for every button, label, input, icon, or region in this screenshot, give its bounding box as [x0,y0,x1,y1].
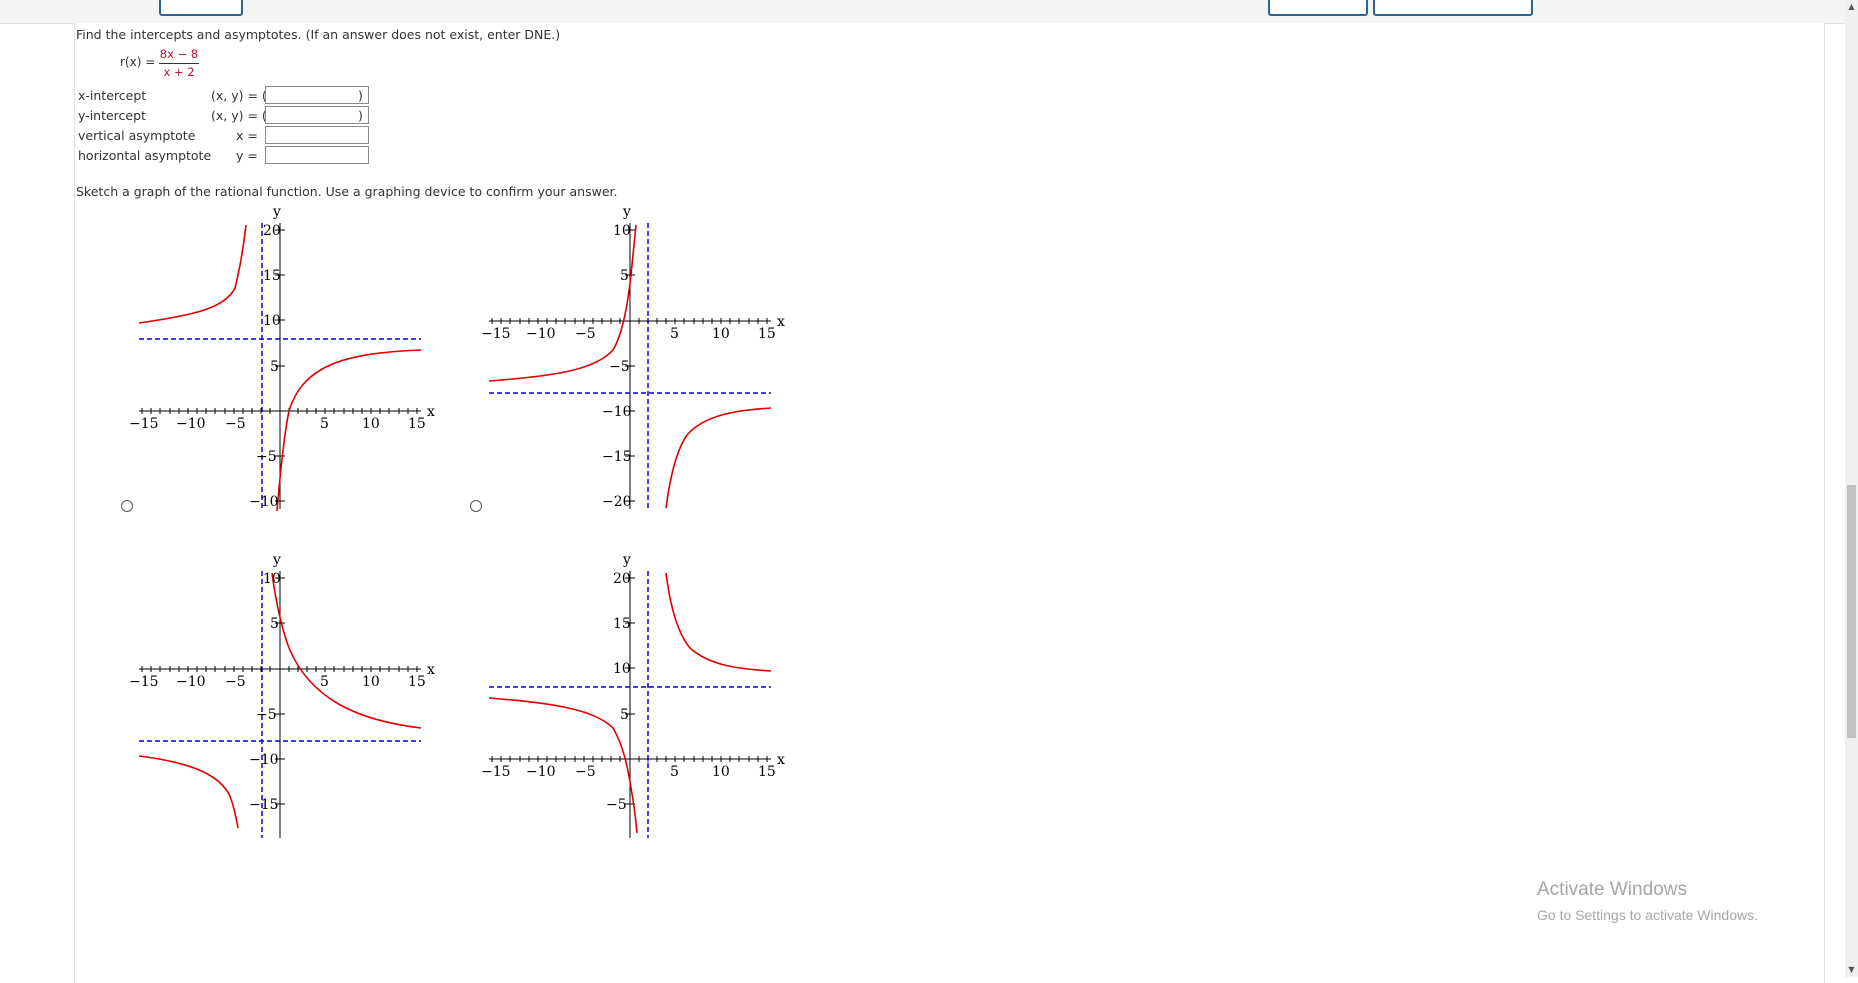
activate-windows-subtitle: Go to Settings to activate Windows. [1537,907,1758,923]
horizontal-asymptote-input[interactable] [265,146,369,164]
question-prompt: Find the intercepts and asymptotes. (If … [76,27,561,42]
x-tick-label: 5 [670,764,679,780]
x-tick-label: −5 [225,416,246,432]
x-tick-label: 5 [670,326,679,342]
x-tick-label: −10 [176,674,206,690]
y-axis-label: y [272,204,281,220]
x-tick-label: 10 [362,416,380,432]
vertical-asymptote-prefix: x = [236,128,258,143]
y-tick-label: −10 [249,752,279,768]
y-tick-label: 5 [620,268,629,284]
curve-right-branch [665,572,772,672]
scroll-up-icon[interactable]: ▲ [1845,0,1858,14]
y-tick-label: 15 [613,616,631,632]
scrollbar-thumb[interactable] [1847,485,1856,738]
x-tick-label: −15 [481,764,511,780]
x-intercept-prefix: (x, y) = ( [211,88,267,103]
horizontal-asymptote-label: horizontal asymptote [78,148,212,163]
y-axis-label: y [622,552,631,568]
x-tick-label: 15 [758,764,776,780]
x-tick-label: −10 [526,764,556,780]
scroll-down-icon[interactable]: ▼ [1845,963,1858,977]
y-tick-label: −5 [256,449,277,465]
x-tick-label: 15 [408,674,426,690]
top-toolbar [0,0,1845,24]
x-tick-label: −5 [575,764,596,780]
horizontal-asymptote-prefix: y = [236,148,258,163]
x-axis-label: x [777,314,785,330]
y-tick-label: −5 [606,797,627,813]
y-intercept-suffix: ) [358,108,363,123]
function-name: r(x) = [120,55,156,69]
sketch-prompt: Sketch a graph of the rational function.… [76,184,618,199]
curve-left-branch [488,224,637,382]
x-tick-label: 10 [712,764,730,780]
y-axis-label: y [622,204,631,220]
vertical-scrollbar[interactable]: ▲ ▼ [1845,0,1858,977]
curve-left-branch [138,755,239,829]
x-tick-label: 15 [408,416,426,432]
function-denominator: x + 2 [163,65,195,79]
graph-option-2[interactable]: y x −15 −10 −5 5 10 15 10 5 −5 −10 −15 −… [475,200,805,520]
my-notes-button[interactable] [1268,0,1368,16]
x-tick-label: 10 [712,326,730,342]
x-tick-label: −15 [129,674,159,690]
y-intercept-input[interactable] [265,106,369,124]
fraction-bar [159,63,199,64]
y-tick-label: −5 [256,707,277,723]
y-tick-label: 20 [263,223,281,239]
x-tick-label: −10 [176,416,206,432]
y-tick-label: 15 [263,268,281,284]
vertical-asymptote-input[interactable] [265,126,369,144]
x-intercept-input[interactable] [265,86,369,104]
x-axis-label: x [777,752,785,768]
y-tick-label: 10 [613,661,631,677]
x-axis-label: x [427,662,435,678]
curve-left-branch [138,224,247,324]
y-tick-label: −10 [602,404,632,420]
x-tick-label: 10 [362,674,380,690]
y-axis-label: y [272,552,281,568]
y-tick-label: −20 [602,494,632,510]
graph-option-4[interactable]: y x −15 −10 −5 5 10 15 20 15 10 5 −5 [475,548,805,838]
y-tick-label: −15 [602,449,632,465]
x-tick-label: −15 [481,326,511,342]
x-tick-label: −10 [526,326,556,342]
x-axis-label: x [427,404,435,420]
x-tick-label: 5 [320,416,329,432]
activate-windows-title: Activate Windows [1537,879,1687,900]
y-tick-label: −10 [249,494,279,510]
y-tick-label: 10 [263,571,281,587]
y-tick-label: 5 [620,707,629,723]
curve-right-branch [276,349,422,512]
graph-option-3[interactable]: y x −15 −10 −5 5 10 15 10 5 −5 −10 −15 [125,548,455,838]
x-tick-label: −15 [129,416,159,432]
curve-right-branch [271,572,422,729]
x-tick-label: 15 [758,326,776,342]
y-tick-label: 10 [613,223,631,239]
curve-right-branch [665,407,772,509]
ask-your-teacher-button[interactable] [1373,0,1533,16]
x-tick-label: −5 [225,674,246,690]
vertical-asymptote-label: vertical asymptote [78,128,196,143]
x-tick-label: 5 [320,674,329,690]
y-intercept-label: y-intercept [78,108,146,123]
y-tick-label: 5 [270,616,279,632]
y-tick-label: −15 [249,797,279,813]
y-tick-label: −5 [609,359,630,375]
function-numerator: 8x − 8 [159,47,199,61]
y-tick-label: 10 [263,313,281,329]
x-tick-label: −5 [575,326,596,342]
graph-option-1[interactable]: y x −15 −10 −5 5 10 15 20 15 10 5 −5 −10 [125,200,455,520]
x-intercept-suffix: ) [358,88,363,103]
y-intercept-prefix: (x, y) = ( [211,108,267,123]
details-button[interactable] [159,0,243,16]
x-intercept-label: x-intercept [78,88,147,103]
y-tick-label: 20 [613,571,631,587]
y-tick-label: 5 [270,359,279,375]
